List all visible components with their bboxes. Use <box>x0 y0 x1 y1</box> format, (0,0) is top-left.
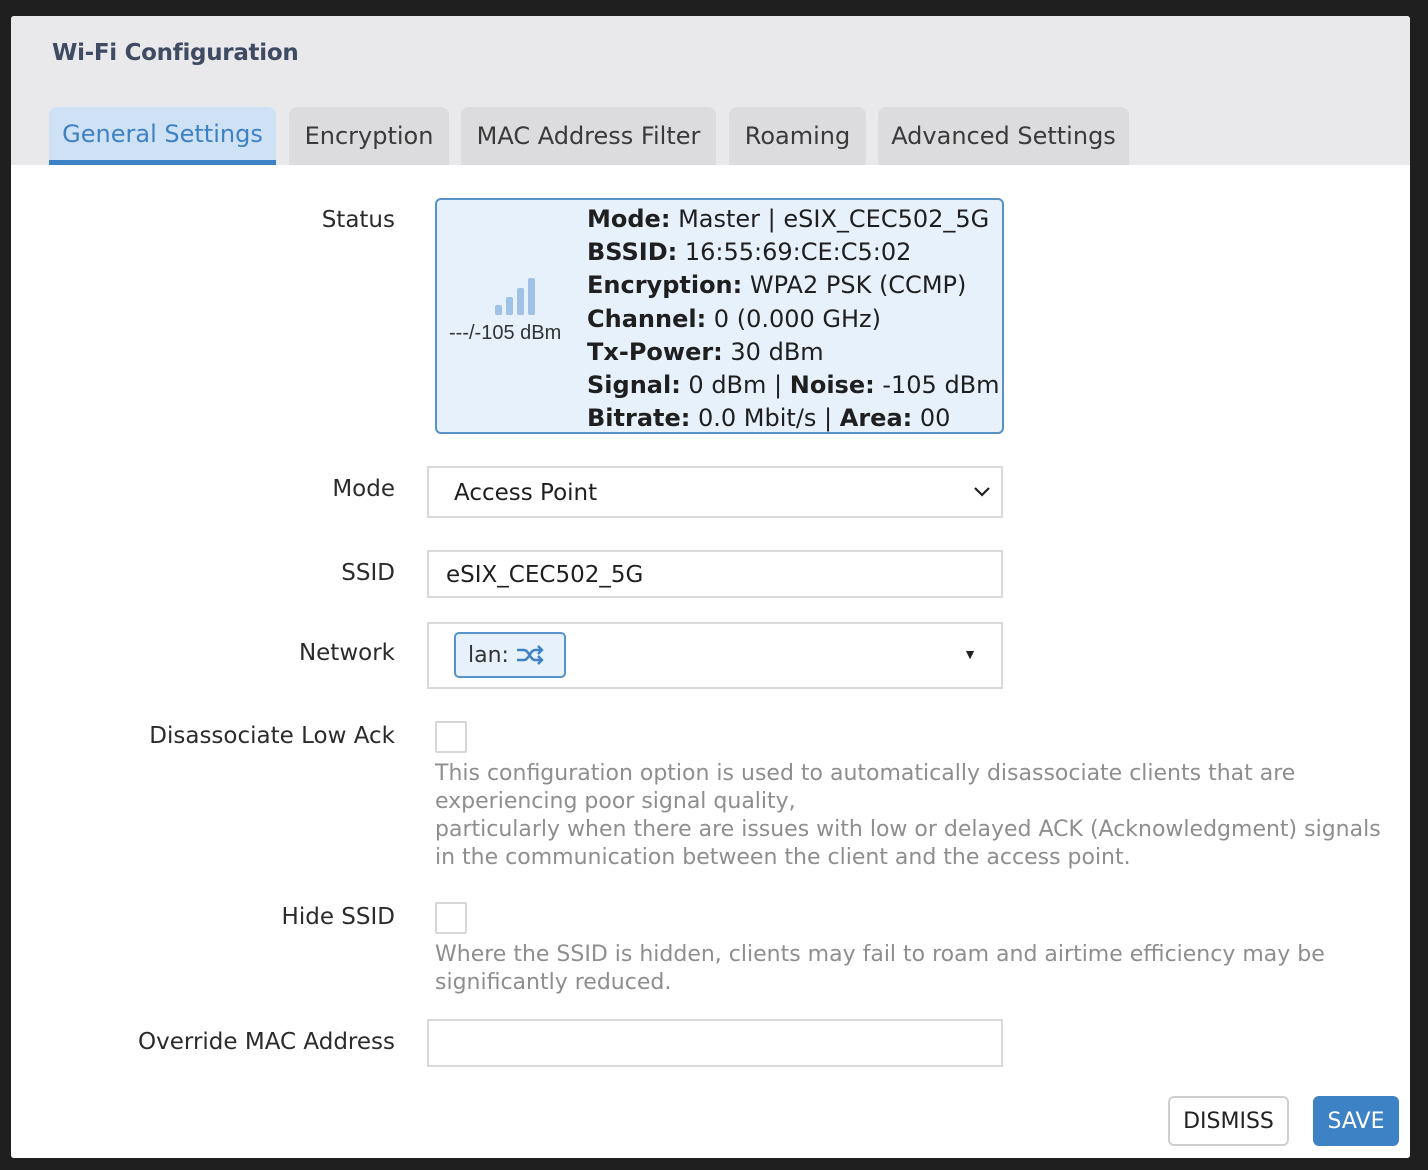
status-box: ---/-105 dBm Mode: Master | eSIX_CEC502_… <box>435 198 1004 434</box>
shuffle-icon <box>516 645 544 665</box>
status-mode-line: Mode: Master | eSIX_CEC502_5G <box>587 205 990 233</box>
signal-indicator: ---/-105 dBm <box>449 275 589 345</box>
status-channel-line: Channel: 0 (0.000 GHz) <box>587 304 882 333</box>
network-label: Network <box>298 640 395 666</box>
ssid-input-value: eSIX_CEC502_5G <box>446 562 644 588</box>
ssid-input[interactable]: eSIX_CEC502_5G <box>427 550 1003 598</box>
save-button[interactable]: SAVE <box>1313 1096 1399 1146</box>
status-bssid-line: BSSID: 16:55:69:CE:C5:02 <box>587 238 912 267</box>
disassoc-help: This configuration option is used to aut… <box>435 761 1381 870</box>
override-mac-label: Override MAC Address <box>138 1029 395 1055</box>
status-signal-line: Signal: 0 dBm | Noise: -105 dBm <box>587 371 1000 400</box>
hide-ssid-label: Hide SSID <box>281 904 395 930</box>
tab-roaming[interactable]: Roaming <box>729 107 866 165</box>
mode-label: Mode <box>332 476 395 502</box>
caret-down-icon: ▼ <box>963 646 977 662</box>
status-txpower-line: Tx-Power: 30 dBm <box>587 337 824 366</box>
disassoc-label: Disassociate Low Ack <box>149 723 395 749</box>
hide-ssid-help: Where the SSID is hidden, clients may fa… <box>435 942 1325 995</box>
override-mac-input[interactable] <box>427 1019 1003 1067</box>
tab-label: Advanced Settings <box>891 122 1116 150</box>
disassoc-checkbox[interactable] <box>435 721 467 753</box>
dialog-header: Wi-Fi Configuration <box>11 16 1410 90</box>
status-encryption-line: Encryption: WPA2 PSK (CCMP) <box>587 271 967 300</box>
network-select[interactable]: lan: ▼ <box>427 622 1003 689</box>
mode-select-value: Access Point <box>454 480 598 506</box>
tab-mac-address-filter[interactable]: MAC Address Filter <box>461 107 716 165</box>
status-bitrate-line: Bitrate: 0.0 Mbit/s | Area: 00 <box>587 404 951 433</box>
tab-label: General Settings <box>62 119 263 148</box>
network-tag-label: lan: <box>468 642 509 668</box>
tab-encryption[interactable]: Encryption <box>289 107 449 165</box>
tab-label: Encryption <box>304 122 434 150</box>
tab-label: Roaming <box>744 122 851 150</box>
signal-text: ---/-105 dBm <box>449 322 562 344</box>
network-tag-lan[interactable]: lan: <box>454 632 566 678</box>
dialog-footer: DISMISS SAVE <box>11 1085 1410 1158</box>
wifi-config-dialog: Wi-Fi Configuration General Settings Enc… <box>11 16 1410 1158</box>
hide-ssid-checkbox[interactable] <box>435 902 467 934</box>
dismiss-button[interactable]: DISMISS <box>1168 1096 1289 1146</box>
tab-general-settings[interactable]: General Settings <box>49 107 276 165</box>
tab-advanced-settings[interactable]: Advanced Settings <box>878 107 1129 165</box>
chevron-down-icon <box>974 487 990 497</box>
general-settings-panel: Status ---/-105 dBm Mode: Master | eSIX_… <box>11 165 1410 1085</box>
signal-bars-icon <box>441 275 589 315</box>
status-details: Mode: Master | eSIX_CEC502_5G BSSID: 16:… <box>587 203 1000 435</box>
tab-bar: General Settings Encryption MAC Address … <box>11 90 1410 165</box>
status-label: Status <box>321 207 395 233</box>
dialog-title: Wi-Fi Configuration <box>52 40 299 66</box>
tab-label: MAC Address Filter <box>476 122 701 150</box>
ssid-label: SSID <box>341 560 395 586</box>
mode-select[interactable]: Access Point <box>427 466 1003 518</box>
